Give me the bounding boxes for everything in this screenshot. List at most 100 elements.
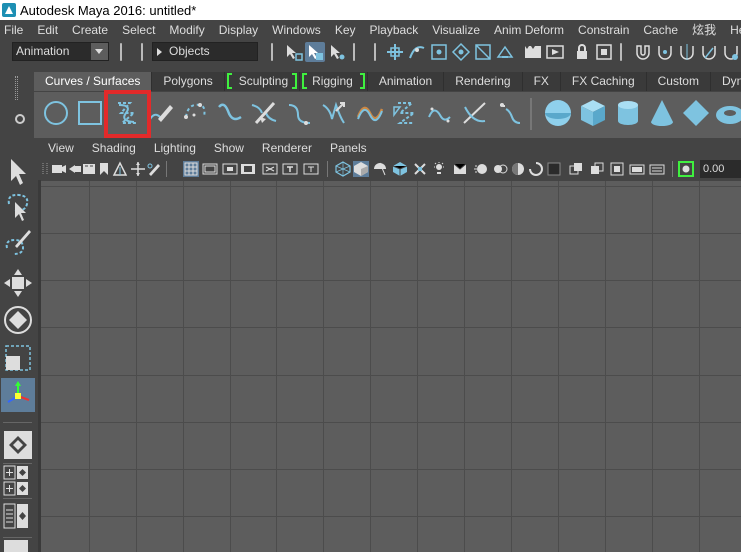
tab-sculpting[interactable]: Sculpting bbox=[224, 72, 301, 91]
render-view-icon[interactable] bbox=[523, 42, 543, 62]
nurbs-plane-icon[interactable] bbox=[680, 97, 712, 129]
backface-culling-icon[interactable] bbox=[609, 161, 625, 177]
exposure-icon[interactable] bbox=[678, 161, 694, 177]
offset-curve-icon[interactable] bbox=[390, 97, 422, 129]
select-by-object-type-icon[interactable] bbox=[305, 42, 325, 62]
resolution-gate-icon[interactable] bbox=[222, 161, 238, 177]
menu-file[interactable]: File bbox=[0, 23, 30, 37]
symmetry-icon[interactable] bbox=[677, 42, 697, 62]
depth-of-field-icon[interactable] bbox=[510, 161, 526, 177]
extend-curve-icon[interactable] bbox=[354, 97, 386, 129]
tab-custom[interactable]: Custom bbox=[646, 72, 711, 91]
tab-rigging[interactable]: Rigging bbox=[300, 72, 368, 91]
smooth-wireframe-icon[interactable] bbox=[629, 161, 645, 177]
single-perspective-layout-icon[interactable] bbox=[1, 428, 35, 462]
nurbs-torus-icon[interactable] bbox=[714, 97, 741, 129]
scale-tool-icon[interactable] bbox=[1, 341, 35, 375]
menu-playback[interactable]: Playback bbox=[363, 23, 426, 37]
perspective-viewport[interactable] bbox=[41, 181, 741, 552]
ipr-render-icon[interactable] bbox=[594, 42, 614, 62]
reverse-curve-icon[interactable] bbox=[459, 97, 491, 129]
paint-select-tool-icon[interactable] bbox=[1, 226, 35, 260]
nurbs-cube-icon[interactable] bbox=[577, 97, 609, 129]
screen-space-ao-icon[interactable] bbox=[452, 161, 468, 177]
menu-edit[interactable]: Edit bbox=[30, 23, 65, 37]
image-plane-icon[interactable] bbox=[112, 161, 128, 177]
lasso-tool-icon[interactable] bbox=[1, 190, 35, 224]
menu-visualize[interactable]: Visualize bbox=[425, 23, 487, 37]
select-by-hierarchy-icon[interactable] bbox=[283, 42, 303, 62]
menu-anim-deform[interactable]: Anim Deform bbox=[487, 23, 571, 37]
lock-icon[interactable] bbox=[572, 42, 592, 62]
two-d-pan-zoom-icon[interactable] bbox=[130, 161, 146, 177]
snap-to-curves-icon[interactable] bbox=[407, 42, 427, 62]
insert-knot-icon[interactable] bbox=[318, 97, 350, 129]
smooth-shade-icon[interactable] bbox=[353, 161, 369, 177]
menu-display[interactable]: Display bbox=[212, 23, 265, 37]
panel-menu-renderer[interactable]: Renderer bbox=[253, 141, 321, 155]
menu-select[interactable]: Select bbox=[115, 23, 162, 37]
tab-rendering[interactable]: Rendering bbox=[444, 72, 523, 91]
menu-constrain[interactable]: Constrain bbox=[571, 23, 636, 37]
snap-to-view-planes-icon[interactable] bbox=[473, 42, 493, 62]
gate-mask-icon[interactable] bbox=[240, 161, 256, 177]
nurbs-sphere-icon[interactable] bbox=[542, 97, 574, 129]
gear-icon[interactable] bbox=[15, 114, 25, 124]
menu-cache[interactable]: Cache bbox=[636, 23, 685, 37]
multisample-aa-icon[interactable] bbox=[492, 161, 508, 177]
selection-mode-dropdown[interactable]: Objects bbox=[152, 42, 258, 61]
nurbs-circle-icon[interactable] bbox=[40, 97, 72, 129]
bookmark-icon[interactable] bbox=[96, 161, 112, 177]
four-view-layout-icon[interactable] bbox=[1, 465, 31, 481]
panel-menu-view[interactable]: View bbox=[37, 141, 83, 155]
nurbs-cylinder-icon[interactable] bbox=[612, 97, 644, 129]
panel-menu-panels[interactable]: Panels bbox=[321, 141, 376, 155]
camera-film-gate-icon[interactable] bbox=[81, 161, 97, 177]
menu-key[interactable]: Key bbox=[328, 23, 363, 37]
menu-help[interactable]: Help bbox=[723, 23, 741, 37]
panel-menu-shading[interactable]: Shading bbox=[83, 141, 145, 155]
select-tool-icon[interactable] bbox=[1, 155, 35, 189]
snap-to-projected-center-icon[interactable] bbox=[451, 42, 471, 62]
attach-curves-icon[interactable] bbox=[248, 97, 280, 129]
layout-toggle-icon[interactable] bbox=[1, 481, 31, 497]
menu-windows[interactable]: Windows bbox=[265, 23, 328, 37]
wireframe-icon[interactable] bbox=[335, 161, 351, 177]
snap-to-points-icon[interactable] bbox=[429, 42, 449, 62]
exposure-field[interactable]: 0.00 bbox=[700, 160, 741, 178]
xray-joints-icon[interactable] bbox=[568, 161, 584, 177]
tab-polygons[interactable]: Polygons bbox=[152, 72, 225, 91]
layout-more-icon[interactable] bbox=[1, 539, 31, 552]
panel-menu-lighting[interactable]: Lighting bbox=[145, 141, 205, 155]
shelf-grip-handle[interactable] bbox=[15, 76, 18, 100]
title-safe-icon[interactable] bbox=[303, 161, 319, 177]
grease-pencil-icon[interactable] bbox=[146, 161, 162, 177]
use-all-lights-icon[interactable] bbox=[412, 161, 428, 177]
nurbs-cone-icon[interactable] bbox=[646, 97, 678, 129]
rebuild-curve-icon[interactable] bbox=[424, 97, 456, 129]
tab-animation[interactable]: Animation bbox=[367, 72, 445, 91]
hardware-fog-icon[interactable] bbox=[649, 161, 665, 177]
select-by-component-type-icon[interactable] bbox=[327, 42, 347, 62]
panel-menu-show[interactable]: Show bbox=[205, 141, 253, 155]
outliner-layout-icon[interactable] bbox=[1, 500, 31, 534]
film-gate-icon[interactable] bbox=[202, 161, 218, 177]
menu-xuanwo[interactable]: 炫我 bbox=[685, 21, 723, 38]
snap-to-grids-icon[interactable] bbox=[385, 42, 405, 62]
render-current-frame-icon[interactable] bbox=[545, 42, 565, 62]
tab-curves-surfaces[interactable]: Curves / Surfaces bbox=[34, 72, 153, 91]
detach-curves-icon[interactable] bbox=[284, 97, 316, 129]
tab-dynamics[interactable]: Dynami bbox=[710, 72, 741, 91]
grid-toggle-icon[interactable] bbox=[183, 161, 199, 177]
textured-icon[interactable] bbox=[392, 161, 408, 177]
xray-toggle-icon[interactable] bbox=[528, 161, 544, 177]
menu-modify[interactable]: Modify bbox=[162, 23, 211, 37]
make-live-icon[interactable] bbox=[495, 42, 515, 62]
fillet-curve-icon[interactable] bbox=[494, 97, 526, 129]
x-ray-icon[interactable] bbox=[699, 42, 719, 62]
menu-set-dropdown[interactable]: Animation bbox=[12, 42, 109, 61]
universal-manipulator-tool[interactable] bbox=[1, 378, 35, 412]
tab-fx-caching[interactable]: FX Caching bbox=[560, 72, 647, 91]
bezier-curve-tool-icon[interactable] bbox=[214, 97, 246, 129]
safe-action-icon[interactable] bbox=[282, 161, 298, 177]
